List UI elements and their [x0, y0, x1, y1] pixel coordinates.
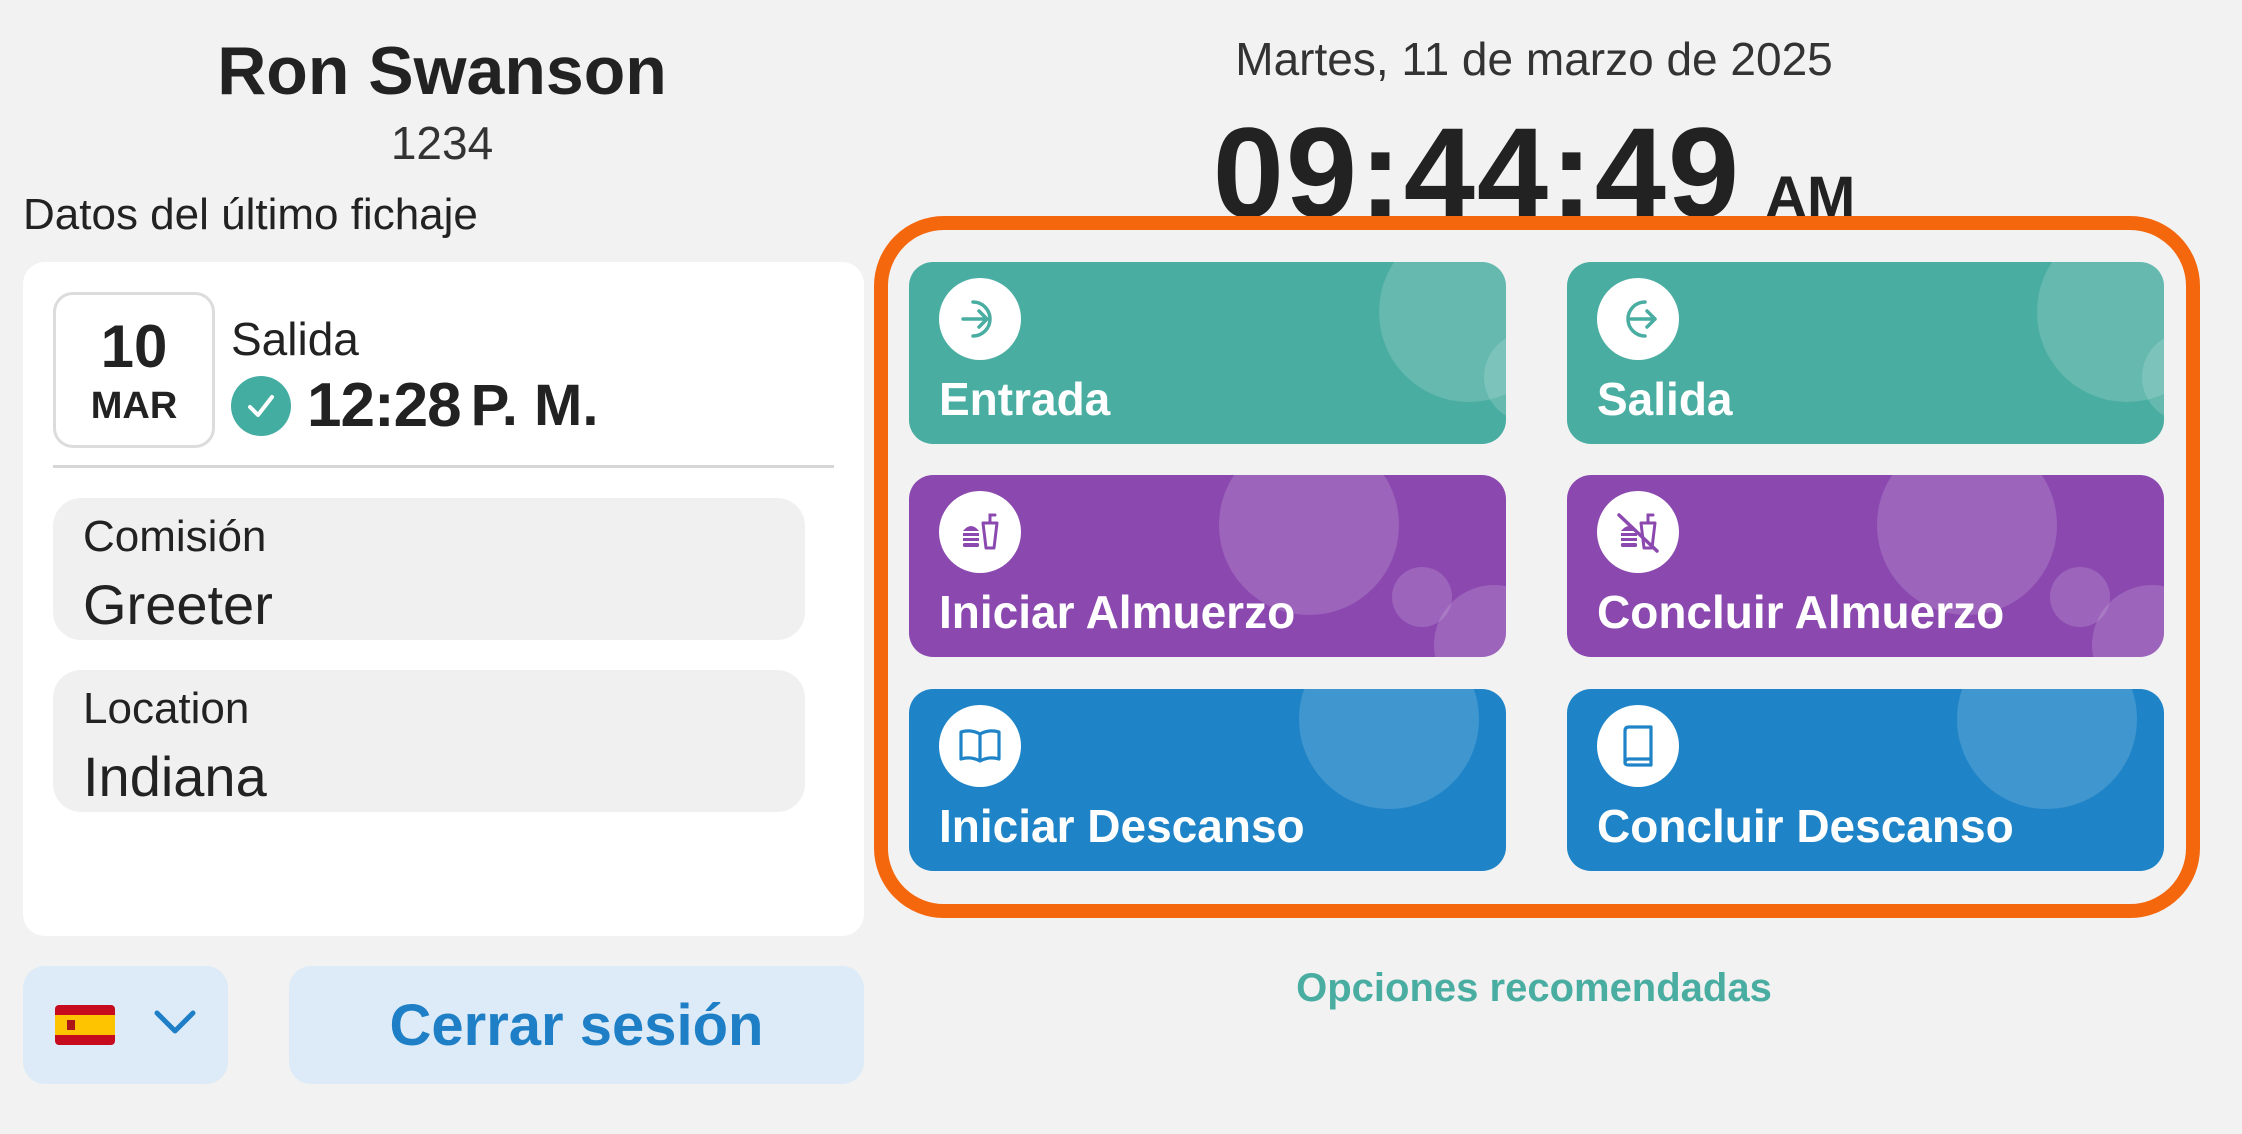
- meal-icon: [939, 491, 1021, 573]
- current-date: Martes, 11 de marzo de 2025: [1235, 33, 1833, 85]
- last-punch-title: Datos del último fichaje: [23, 190, 478, 239]
- start-break-label: Iniciar Descanso: [939, 800, 1305, 852]
- punch-day: 10: [100, 313, 168, 380]
- recommended-options-label: Opciones recomendadas: [1296, 966, 1772, 1010]
- spain-flag-icon: [54, 1005, 115, 1045]
- clock-out-button[interactable]: Salida: [1567, 262, 2164, 444]
- punch-ampm: P. M.: [470, 373, 599, 438]
- end-lunch-button[interactable]: Concluir Almuerzo: [1567, 475, 2164, 657]
- meal-off-icon: [1597, 491, 1679, 573]
- check-icon: [231, 375, 291, 436]
- sign-out-icon: [1597, 278, 1679, 360]
- location-field: Location Indiana: [53, 670, 805, 812]
- divider: [53, 465, 834, 468]
- chevron-down-icon: [153, 1009, 197, 1042]
- start-lunch-label: Iniciar Almuerzo: [939, 586, 1296, 638]
- punch-time: 12:28: [307, 371, 462, 440]
- start-lunch-button[interactable]: Iniciar Almuerzo: [909, 475, 1506, 657]
- start-break-button[interactable]: Iniciar Descanso: [909, 689, 1506, 871]
- last-punch-card: 10 MAR Salida 12:28 P. M. Comisión Greet…: [23, 262, 864, 936]
- commission-label: Comisión: [83, 512, 267, 561]
- book-closed-icon: [1597, 705, 1679, 787]
- location-label: Location: [83, 684, 250, 733]
- language-selector[interactable]: [23, 966, 228, 1084]
- user-id: 1234: [390, 117, 494, 169]
- punch-date-box: 10 MAR: [53, 292, 215, 448]
- clock-out-label: Salida: [1597, 373, 1733, 425]
- clock-in-button[interactable]: Entrada: [909, 262, 1506, 444]
- punch-type: Salida: [231, 313, 359, 365]
- end-break-label: Concluir Descanso: [1597, 800, 2014, 852]
- end-lunch-label: Concluir Almuerzo: [1597, 586, 2005, 638]
- book-open-icon: [939, 705, 1021, 787]
- sign-in-icon: [939, 278, 1021, 360]
- punch-month: MAR: [90, 385, 178, 427]
- punch-time-row: 12:28 P. M.: [231, 370, 598, 441]
- user-name: Ron Swanson: [217, 33, 667, 109]
- clock-in-label: Entrada: [939, 373, 1111, 425]
- commission-value: Greeter: [83, 573, 273, 636]
- end-break-button[interactable]: Concluir Descanso: [1567, 689, 2164, 871]
- location-value: Indiana: [83, 745, 267, 808]
- logout-button[interactable]: Cerrar sesión: [289, 966, 864, 1084]
- commission-field: Comisión Greeter: [53, 498, 805, 640]
